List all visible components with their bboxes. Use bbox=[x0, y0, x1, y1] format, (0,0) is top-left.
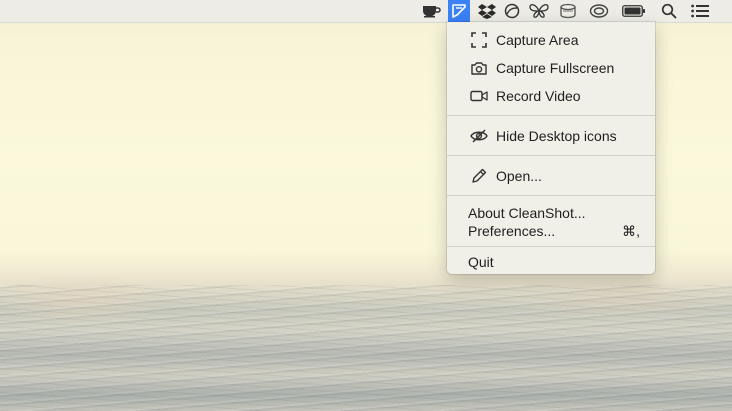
coffee-cup-icon[interactable] bbox=[420, 0, 442, 22]
record-video-item[interactable]: Record Video bbox=[447, 85, 655, 107]
cleanshot-menu: Capture Area Capture Fullscreen Record V… bbox=[447, 22, 655, 274]
menu-separator bbox=[447, 246, 655, 247]
capture-area-item[interactable]: Capture Area bbox=[447, 29, 655, 51]
record-video-label: Record Video bbox=[496, 88, 581, 104]
quit-item[interactable]: Quit bbox=[447, 251, 655, 273]
dropbox-icon[interactable] bbox=[476, 0, 498, 22]
menu-separator bbox=[447, 115, 655, 116]
preferences-label: Preferences... bbox=[468, 223, 556, 239]
cleanshot-icon[interactable] bbox=[448, 0, 470, 22]
about-label: About CleanShot... bbox=[468, 205, 586, 221]
hide-desktop-icons-item[interactable]: Hide Desktop icons bbox=[447, 125, 655, 147]
menu-bar bbox=[0, 0, 732, 23]
open-item[interactable]: Open... bbox=[447, 165, 655, 187]
menu-separator bbox=[447, 155, 655, 156]
preferences-item[interactable]: Preferences... ⌘, bbox=[447, 220, 655, 242]
search-icon[interactable] bbox=[658, 0, 680, 22]
pencil-icon bbox=[470, 168, 488, 184]
capture-area-icon bbox=[470, 32, 488, 48]
battery-icon[interactable] bbox=[621, 0, 647, 22]
sea-texture bbox=[0, 285, 732, 411]
jar-icon[interactable] bbox=[557, 0, 579, 22]
eye-slash-icon bbox=[470, 128, 488, 144]
capture-fullscreen-item[interactable]: Capture Fullscreen bbox=[447, 57, 655, 79]
open-label: Open... bbox=[496, 168, 542, 184]
camera-icon bbox=[470, 60, 488, 76]
butterfly-icon[interactable] bbox=[528, 0, 550, 22]
video-camera-icon bbox=[470, 88, 488, 104]
preferences-shortcut: ⌘, bbox=[622, 223, 640, 239]
capture-fullscreen-label: Capture Fullscreen bbox=[496, 60, 615, 76]
menu-separator bbox=[447, 195, 655, 196]
list-icon[interactable] bbox=[689, 0, 711, 22]
cloud-swirl-icon[interactable] bbox=[588, 0, 610, 22]
hide-desktop-icons-label: Hide Desktop icons bbox=[496, 128, 617, 144]
quit-label: Quit bbox=[468, 254, 494, 270]
capture-area-label: Capture Area bbox=[496, 32, 579, 48]
sync-ball-icon[interactable] bbox=[501, 0, 523, 22]
